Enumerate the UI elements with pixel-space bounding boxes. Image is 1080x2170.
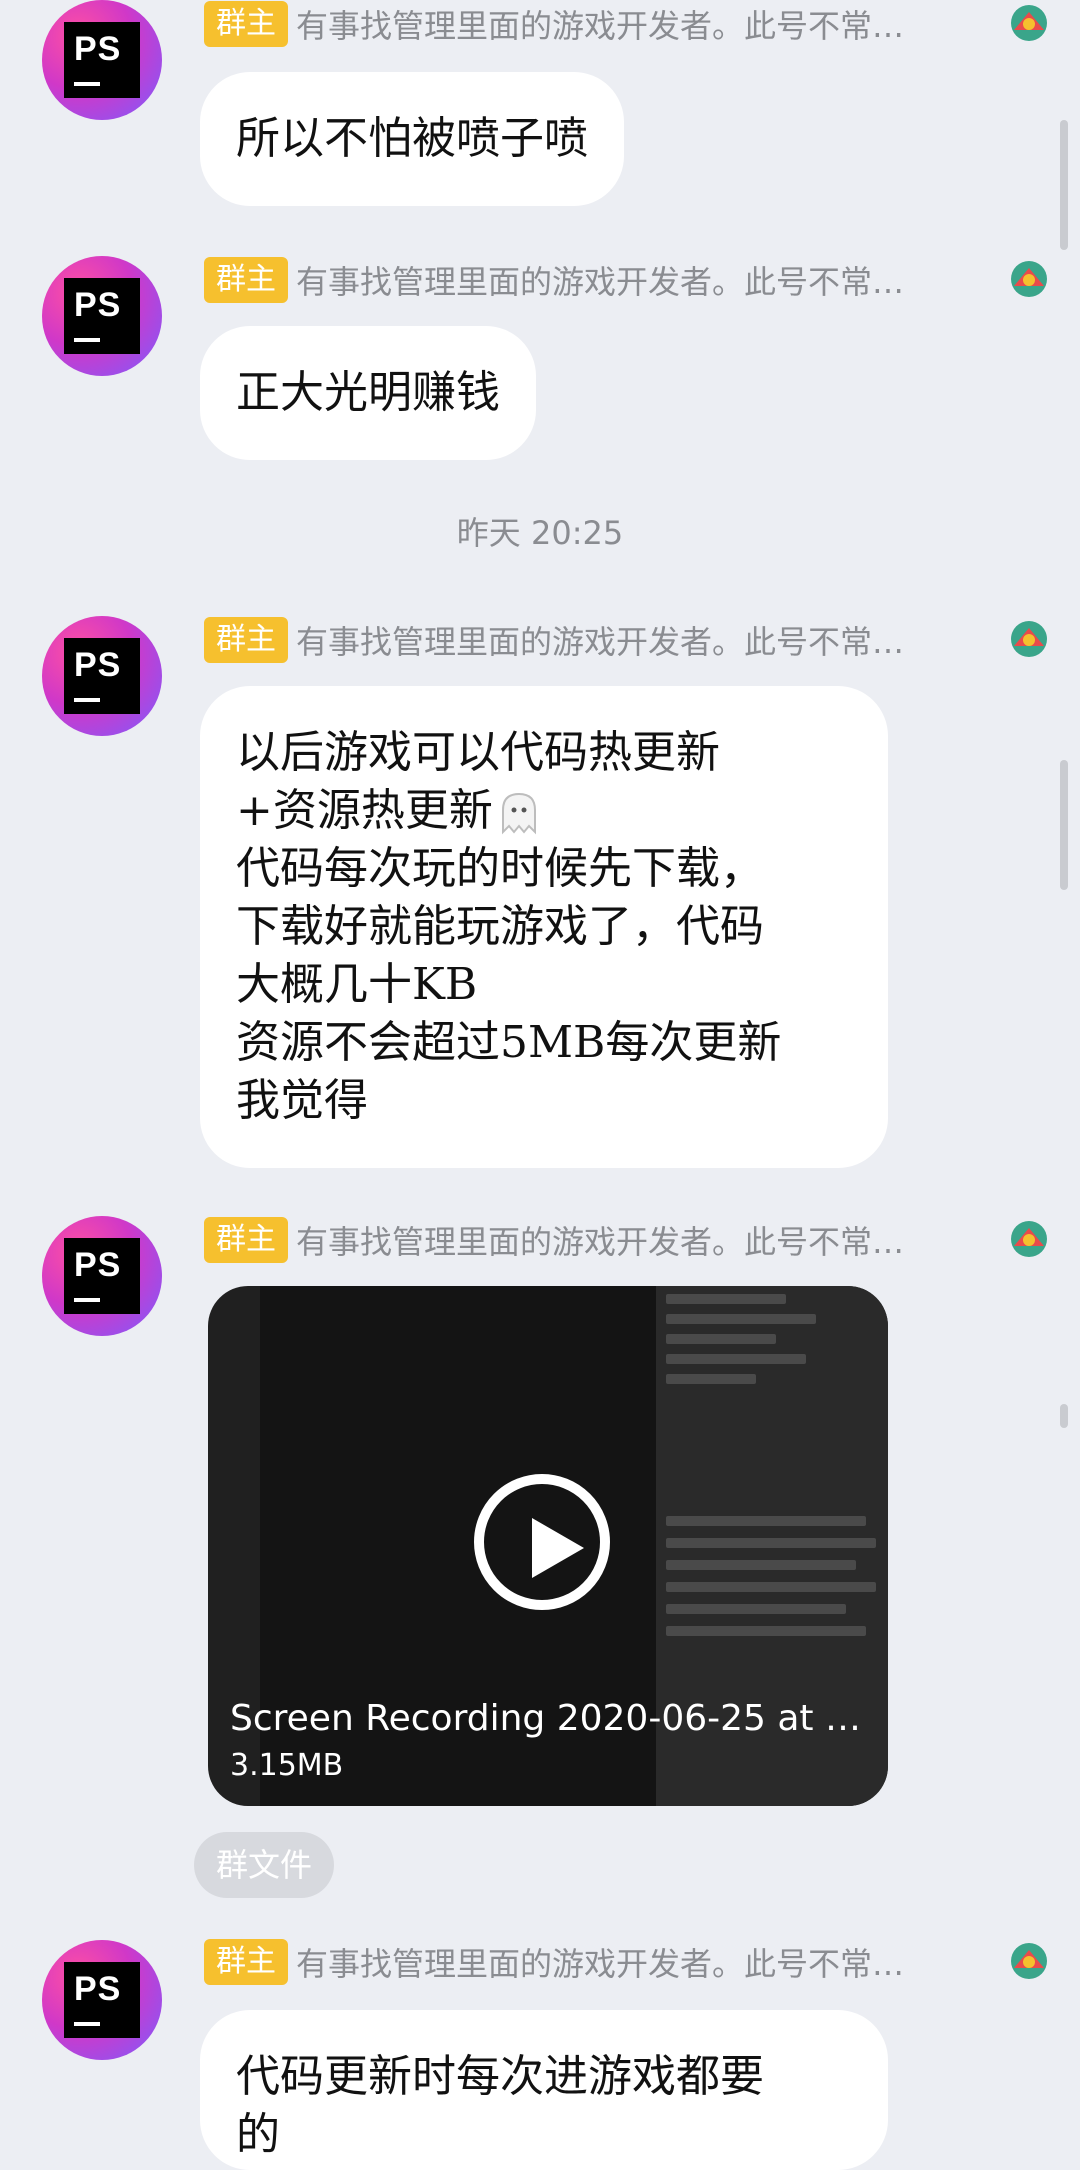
message-text: +资源热更新 bbox=[236, 782, 852, 840]
message-text: 资源不会超过5MB每次更新 bbox=[236, 1017, 782, 1068]
scrollbar-thumb[interactable] bbox=[1060, 1404, 1068, 1428]
scrollbar-thumb[interactable] bbox=[1060, 760, 1068, 890]
message-text: 正大光明赚钱 bbox=[236, 367, 500, 418]
sender-nickname[interactable]: 有事找管理里面的游戏开发者。此号不常… bbox=[296, 617, 976, 663]
dragon-badge-icon bbox=[1011, 621, 1047, 657]
sender-nickname[interactable]: 有事找管理里面的游戏开发者。此号不常… bbox=[296, 1217, 976, 1263]
message-bubble[interactable]: 所以不怕被喷子喷 bbox=[200, 72, 624, 206]
avatar[interactable]: PS bbox=[42, 1216, 162, 1336]
owner-badge: 群主 bbox=[204, 1, 288, 47]
owner-badge: 群主 bbox=[204, 257, 288, 303]
play-icon[interactable] bbox=[474, 1474, 610, 1610]
photoshop-logo-icon: PS bbox=[64, 22, 140, 98]
owner-badge: 群主 bbox=[204, 1939, 288, 1985]
avatar[interactable]: PS bbox=[42, 0, 162, 120]
message-text: 代码每次玩的时候先下载， bbox=[236, 843, 764, 894]
message-text: 所以不怕被喷子喷 bbox=[236, 113, 588, 164]
photoshop-logo-icon: PS bbox=[64, 1962, 140, 2038]
message-bubble[interactable]: 正大光明赚钱 bbox=[200, 326, 536, 460]
video-size: 3.15MB bbox=[230, 1748, 344, 1783]
photoshop-logo-icon: PS bbox=[64, 638, 140, 714]
group-file-tag[interactable]: 群文件 bbox=[194, 1832, 335, 1898]
message-text: 我觉得 bbox=[236, 1075, 368, 1126]
sender-nickname[interactable]: 有事找管理里面的游戏开发者。此号不常… bbox=[296, 1939, 976, 1985]
message-text: 代码更新时每次进游戏都要 bbox=[236, 2051, 764, 2102]
avatar[interactable]: PS bbox=[42, 1940, 162, 2060]
video-message[interactable]: Screen Recording 2020-06-25 at 1… 3.15MB bbox=[208, 1286, 888, 1806]
message-text: 的 bbox=[236, 2109, 280, 2160]
message-text: 以后游戏可以代码热更新 bbox=[236, 727, 720, 778]
sender-nickname[interactable]: 有事找管理里面的游戏开发者。此号不常… bbox=[296, 257, 976, 303]
message-text: 大概几十KB bbox=[236, 959, 478, 1010]
scrollbar-thumb[interactable] bbox=[1060, 120, 1068, 250]
ghost-emoji bbox=[501, 792, 536, 834]
sender-nickname[interactable]: 有事找管理里面的游戏开发者。此号不常… bbox=[296, 1, 976, 47]
dragon-badge-icon bbox=[1011, 1943, 1047, 1979]
timestamp: 昨天 20:25 bbox=[456, 514, 624, 552]
message-text: 下载好就能玩游戏了，代码 bbox=[236, 901, 764, 952]
message-bubble[interactable]: 代码更新时每次进游戏都要 的 bbox=[200, 2010, 888, 2170]
dragon-badge-icon bbox=[1011, 261, 1047, 297]
avatar[interactable]: PS bbox=[42, 616, 162, 736]
dragon-badge-icon bbox=[1011, 1221, 1047, 1257]
message-bubble[interactable]: 以后游戏可以代码热更新 +资源热更新 代码每次玩的时候先下载， 下载好就能玩游戏… bbox=[200, 686, 888, 1168]
dragon-badge-icon bbox=[1011, 5, 1047, 41]
avatar[interactable]: PS bbox=[42, 256, 162, 376]
photoshop-logo-icon: PS bbox=[64, 1238, 140, 1314]
owner-badge: 群主 bbox=[204, 617, 288, 663]
owner-badge: 群主 bbox=[204, 1217, 288, 1263]
photoshop-logo-icon: PS bbox=[64, 278, 140, 354]
video-title: Screen Recording 2020-06-25 at 1… bbox=[230, 1698, 870, 1739]
